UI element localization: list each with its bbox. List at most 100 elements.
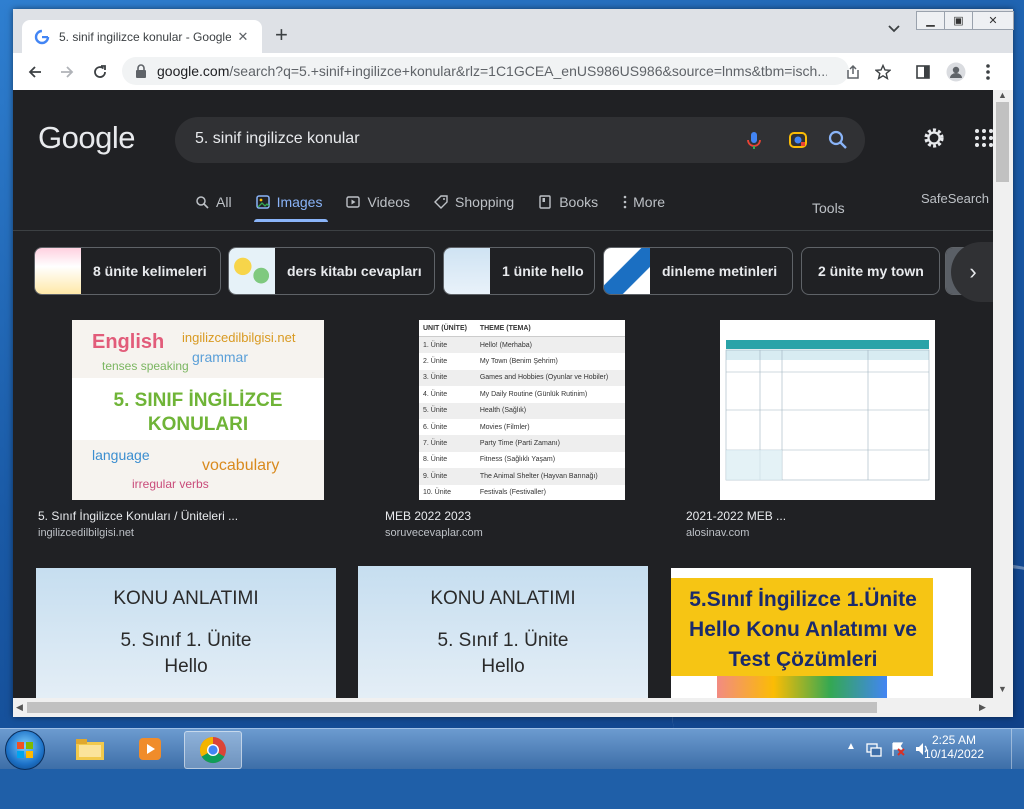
vertical-scrollbar[interactable]: ▲ ▼	[993, 90, 1013, 698]
show-desktop-button[interactable]	[1011, 729, 1024, 769]
chip-thumbnail	[604, 248, 650, 294]
result-image[interactable]: 5.Sınıf İngilizce 1.Ünite Hello Konu Anl…	[671, 568, 971, 698]
tab-images[interactable]: Images	[255, 191, 323, 213]
tools-button[interactable]: Tools	[812, 200, 845, 216]
result-title[interactable]: 2021-2022 MEB ...	[686, 509, 786, 523]
related-chip[interactable]: 8 ünite kelimeleri	[34, 247, 221, 295]
result-site[interactable]: ingilizcedilbilgisi.net	[38, 527, 134, 539]
address-bar[interactable]: google.com/search?q=5.+sinif+ingilizce+k…	[122, 57, 849, 85]
theme-cell: Festivals (Festivaller)	[479, 489, 546, 497]
minimize-icon[interactable]: ▁	[917, 12, 945, 29]
chrome-taskbar-button[interactable]	[184, 731, 242, 769]
unit-table: UNIT (ÜNİTE) THEME (TEMA) 1. Ünite Hello!…	[419, 320, 625, 500]
chevron-right-icon: ›	[969, 259, 977, 284]
result-image-text: 5.Sınıf İngilizce 1.Ünite Hello Konu Anl…	[689, 588, 917, 671]
unit-cell: 4. Ünite	[423, 390, 448, 398]
maximize-icon[interactable]: ▣	[945, 12, 973, 29]
tab-title: 5. sinif ingilizce konular - Google	[59, 29, 231, 44]
related-chip[interactable]: 1 ünite hello	[443, 247, 595, 295]
search-box[interactable]: 5. sinif ingilizce konular	[175, 117, 865, 163]
table-row: 9. Ünite The Animal Shelter (Hayvan Barın…	[419, 468, 625, 485]
result-image[interactable]: KONU ANLATIMI 5. Sınıf 1. Ünite Hello	[358, 566, 648, 698]
horizontal-scrollbar[interactable]: ◀ ▶	[13, 698, 1013, 717]
scroll-down-icon[interactable]: ▼	[998, 684, 1007, 694]
unit-cell: 6. Ünite	[423, 423, 448, 431]
url-text: google.com/search?q=5.+sinif+ingilizce+k…	[157, 63, 827, 79]
table-row: 8. Ünite Fitness (Sağlıklı Yaşam)	[419, 451, 625, 469]
result-site[interactable]: alosinav.com	[686, 527, 749, 539]
chip-label: 1 ünite hello	[502, 263, 584, 279]
clock[interactable]: 2:25 AM 10/14/2022	[924, 733, 984, 761]
related-chip[interactable]: 2 ünite my town	[801, 247, 940, 295]
chip-label: 2 ünite my town	[818, 263, 924, 279]
lock-icon	[136, 64, 146, 78]
profile-avatar-icon[interactable]	[944, 60, 968, 84]
forward-icon[interactable]	[55, 60, 79, 84]
tab-videos[interactable]: Videos	[346, 191, 410, 213]
svg-text:KONULARI: KONULARI	[148, 414, 248, 435]
svg-text:irregular verbs: irregular verbs	[132, 477, 209, 491]
side-panel-icon[interactable]	[911, 60, 935, 84]
url-host: google.com	[157, 63, 230, 79]
close-tab-icon[interactable]: ✕	[235, 29, 251, 45]
bookmark-star-icon[interactable]	[871, 60, 895, 84]
search-icon[interactable]	[827, 129, 849, 151]
tab-more[interactable]: More	[622, 191, 665, 213]
result-site[interactable]: soruvecevaplar.com	[385, 527, 483, 539]
table-row: 2. Ünite My Town (Benim Şehrim)	[419, 353, 625, 370]
scroll-right-icon[interactable]: ▶	[979, 702, 986, 713]
tab-label: Images	[276, 194, 323, 210]
apps-grid-icon[interactable]	[974, 128, 993, 148]
google-favicon-icon	[34, 29, 50, 44]
search-input[interactable]: 5. sinif ingilizce konular	[195, 130, 360, 148]
browser-tab[interactable]: 5. sinif ingilizce konular - Google ✕	[22, 20, 262, 53]
table-header: THEME (TEMA)	[475, 320, 625, 337]
unit-cell: 2. Ünite	[423, 358, 448, 366]
horizontal-scroll-thumb[interactable]	[27, 702, 877, 713]
tab-books[interactable]: Books	[538, 191, 598, 213]
result-title[interactable]: MEB 2022 2023	[385, 509, 471, 523]
safesearch-button[interactable]: SafeSearch o	[921, 191, 993, 206]
camera-lens-icon[interactable]	[787, 129, 809, 151]
result-title[interactable]: 5. Sınıf İngilizce Konuları / Üniteleri …	[38, 509, 238, 523]
result-image[interactable]	[720, 320, 935, 500]
scroll-up-icon[interactable]: ▲	[998, 90, 1007, 100]
svg-text:tenses speaking: tenses speaking	[102, 359, 189, 373]
scroll-left-icon[interactable]: ◀	[16, 702, 23, 713]
tray-overflow-icon[interactable]: ▲	[846, 741, 856, 752]
settings-gear-icon[interactable]	[922, 126, 946, 150]
tab-label: Books	[559, 194, 599, 210]
network-icon[interactable]	[866, 741, 882, 757]
active-tab-indicator	[254, 219, 328, 222]
tab-search-chevron-icon[interactable]	[887, 24, 901, 34]
vertical-scroll-thumb[interactable]	[996, 102, 1009, 182]
share-icon[interactable]	[841, 60, 865, 84]
table-row: 10. Ünite Festivals (Festivaller)	[419, 484, 625, 500]
theme-cell: Party Time (Parti Zamanı)	[479, 440, 560, 448]
result-image[interactable]: UNIT (ÜNİTE) THEME (TEMA) 1. Ünite Hello!…	[419, 320, 625, 500]
close-window-icon[interactable]: ✕	[973, 12, 1013, 29]
tab-all[interactable]: All	[195, 191, 232, 213]
theme-cell: Fitness (Sağlıklı Yaşam)	[479, 456, 556, 464]
result-image-subheading: 5. Sınıf 1. Ünite	[437, 630, 569, 651]
reload-icon[interactable]	[88, 60, 112, 84]
explorer-taskbar-button[interactable]	[62, 731, 118, 767]
result-image[interactable]: KONU ANLATIMI 5. Sınıf 1. Ünite Hello	[36, 568, 336, 698]
menu-more-icon[interactable]	[976, 60, 1000, 84]
search-icon	[196, 196, 209, 209]
back-icon[interactable]	[23, 60, 47, 84]
document-table-image	[720, 320, 935, 500]
microphone-icon[interactable]	[743, 129, 765, 151]
google-logo[interactable]: Google	[38, 120, 135, 156]
action-center-flag-icon[interactable]	[890, 741, 906, 757]
media-player-taskbar-button[interactable]	[122, 731, 178, 767]
tab-shopping[interactable]: Shopping	[434, 191, 514, 213]
start-button[interactable]	[5, 730, 45, 770]
related-chip[interactable]: ders kitabı cevapları	[228, 247, 435, 295]
result-image[interactable]: English ingilizcedilbilgisi.net grammar …	[72, 320, 324, 500]
media-player-icon	[139, 738, 161, 760]
tab-label: Videos	[367, 194, 411, 210]
chip-thumbnail	[444, 248, 490, 294]
new-tab-button[interactable]: +	[275, 23, 288, 47]
related-chip[interactable]: dinleme metinleri	[603, 247, 793, 295]
